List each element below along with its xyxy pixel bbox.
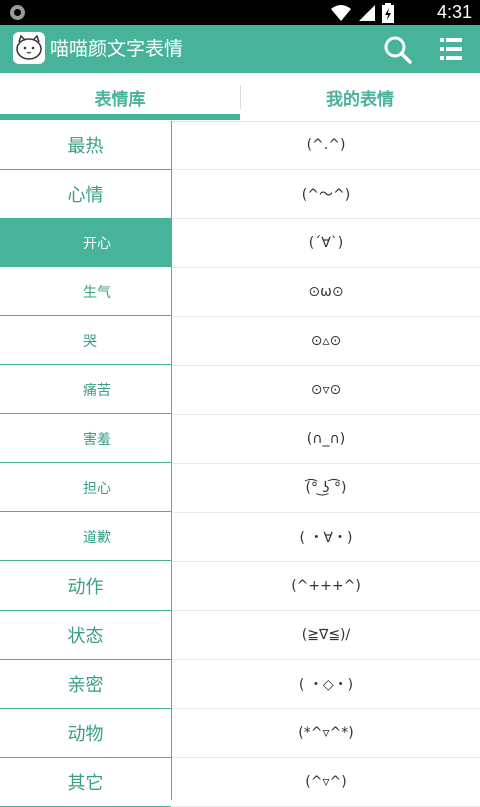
emoticon-item[interactable]: ( ・∀・) xyxy=(172,513,480,562)
emoticon-item[interactable]: ⊙ω⊙ xyxy=(172,268,480,317)
emoticon-item[interactable]: (*^▿^*) xyxy=(172,709,480,758)
notification-icon xyxy=(10,5,25,20)
app-title: 喵喵颜文字表情 xyxy=(50,38,184,60)
emoticon-item[interactable]: (∩_∩) xyxy=(172,415,480,464)
category-item[interactable]: 担心 xyxy=(0,464,171,512)
emoticon-item[interactable]: (≧∇≦)/ xyxy=(172,611,480,660)
category-item[interactable]: 状态 xyxy=(0,611,171,660)
tab-indicator xyxy=(0,114,240,120)
category-item[interactable]: 最热 xyxy=(0,121,171,170)
app-bar: 喵喵颜文字表情 xyxy=(0,25,480,73)
category-item[interactable]: 哭 xyxy=(0,317,171,365)
category-item[interactable]: 动作 xyxy=(0,562,171,611)
tab-my-emoticons[interactable]: 我的表情 xyxy=(240,73,480,121)
emoticon-list: (^.^) (^～^) (´∀`) ⊙ω⊙ ⊙▵⊙ ⊙▿⊙ (∩_∩) (͡° … xyxy=(172,121,480,807)
category-item[interactable]: 害羞 xyxy=(0,415,171,463)
list-menu-icon[interactable] xyxy=(440,37,462,61)
wifi-icon xyxy=(331,5,351,21)
category-list: 最热 心情 开心 生气 哭 痛苦 害羞 担心 道歉 动作 状态 亲密 动物 其它 xyxy=(0,121,172,807)
emoticon-item[interactable]: ⊙▵⊙ xyxy=(172,317,480,366)
emoticon-item[interactable]: ( ・◇・) xyxy=(172,660,480,709)
signal-icon xyxy=(359,5,375,21)
emoticon-item[interactable]: ⊙▿⊙ xyxy=(172,366,480,415)
battery-icon xyxy=(382,3,394,23)
category-item[interactable]: 痛苦 xyxy=(0,366,171,414)
emoticon-item[interactable]: (͡° ͜ʖ ͡°) xyxy=(172,464,480,513)
emoticon-item[interactable]: (^.^) xyxy=(172,121,480,170)
emoticon-item[interactable]: (^～^) xyxy=(172,170,480,219)
app-logo-icon xyxy=(13,32,45,64)
emoticon-item[interactable]: (´∀`) xyxy=(172,219,480,268)
status-time: 4:31 xyxy=(436,2,472,22)
category-item-active[interactable]: 开心 xyxy=(0,219,171,267)
search-icon[interactable] xyxy=(383,35,413,65)
category-item[interactable]: 动物 xyxy=(0,709,171,758)
category-item[interactable]: 心情 xyxy=(0,170,171,219)
category-item[interactable]: 亲密 xyxy=(0,660,171,709)
emoticon-item[interactable]: (^+++^) xyxy=(172,562,480,611)
tab-bar: 表情库 我的表情 xyxy=(0,73,480,122)
category-item[interactable]: 生气 xyxy=(0,268,171,316)
category-item[interactable]: 道歉 xyxy=(0,513,171,561)
status-bar: 4:31 xyxy=(0,0,480,25)
